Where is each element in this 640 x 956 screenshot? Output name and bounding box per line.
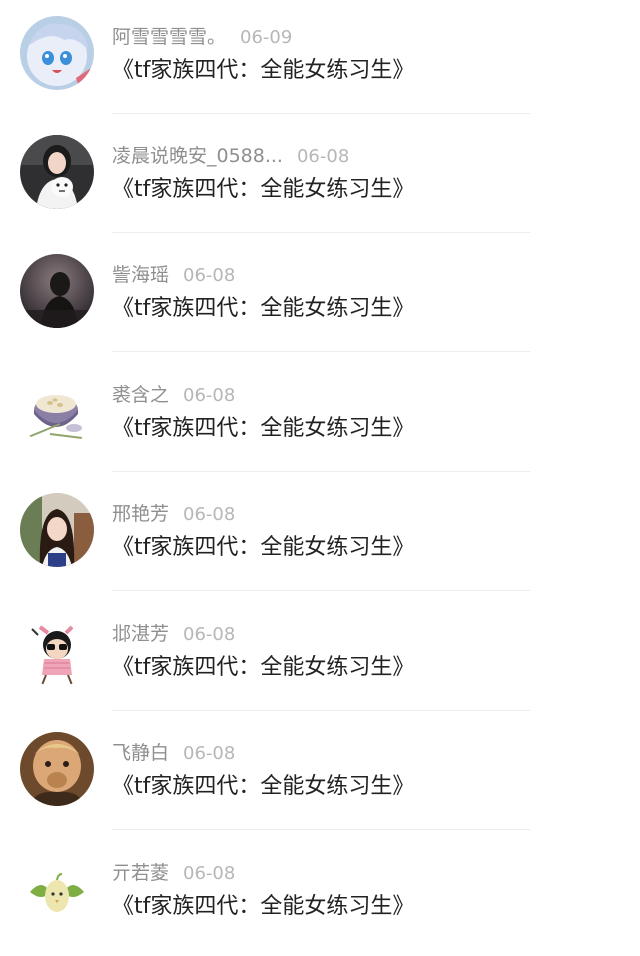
divider bbox=[112, 232, 530, 233]
username[interactable]: 裘含之 bbox=[112, 384, 169, 406]
dark-silhouette-avatar-icon[interactable] bbox=[20, 254, 94, 328]
comment-date: 06-08 bbox=[296, 146, 350, 167]
username[interactable]: 亓若菱 bbox=[112, 862, 169, 884]
username[interactable]: 阿雪雪雪雪。 bbox=[112, 26, 226, 48]
comment-meta: 阿雪雪雪雪。 06-09 bbox=[112, 24, 292, 50]
comment-date: 06-08 bbox=[183, 385, 236, 406]
divider bbox=[112, 113, 530, 114]
comment-text: 《tf家族四代：全能女练习生》 bbox=[112, 894, 415, 919]
comment-item[interactable]: 阿雪雪雪雪。 06-09 《tf家族四代：全能女练习生》 bbox=[0, 0, 640, 120]
username[interactable]: 邢艳芳 bbox=[112, 503, 169, 525]
comment-date: 06-08 bbox=[183, 863, 236, 884]
comment-meta: 裘含之 06-08 bbox=[112, 382, 235, 408]
comment-item[interactable]: 亓若菱 06-08 《tf家族四代：全能女练习生》 bbox=[0, 836, 640, 956]
username[interactable]: 凌晨说晚安_0588... bbox=[112, 145, 283, 167]
comment-meta: 邢艳芳 06-08 bbox=[112, 501, 235, 527]
divider bbox=[112, 471, 530, 472]
long-hair-girl-avatar-icon[interactable] bbox=[20, 493, 94, 567]
comment-meta: 訾海瑶 06-08 bbox=[112, 262, 235, 288]
comment-item[interactable]: 邢艳芳 06-08 《tf家族四代：全能女练习生》 bbox=[0, 477, 640, 597]
divider bbox=[112, 710, 530, 711]
divider bbox=[112, 829, 530, 830]
anime-girl-avatar-icon[interactable] bbox=[20, 16, 94, 90]
cartoon-girl-sunglasses-avatar-icon[interactable] bbox=[20, 613, 94, 687]
comment-text: 《tf家族四代：全能女练习生》 bbox=[112, 535, 415, 560]
comment-date: 06-08 bbox=[183, 504, 236, 525]
comment-meta: 亓若菱 06-08 bbox=[112, 860, 235, 886]
comment-meta: 飞静白 06-08 bbox=[112, 740, 235, 766]
comment-text: 《tf家族四代：全能女练习生》 bbox=[112, 655, 415, 680]
comment-text: 《tf家族四代：全能女练习生》 bbox=[112, 774, 415, 799]
comment-item[interactable]: 飞静白 06-08 《tf家族四代：全能女练习生》 bbox=[0, 716, 640, 836]
divider bbox=[112, 590, 530, 591]
comment-date: 06-08 bbox=[183, 743, 236, 764]
comment-date: 06-08 bbox=[183, 265, 236, 286]
comment-item[interactable]: 凌晨说晚安_0588... 06-08 《tf家族四代：全能女练习生》 bbox=[0, 119, 640, 239]
comment-item[interactable]: 訾海瑶 06-08 《tf家族四代：全能女练习生》 bbox=[0, 238, 640, 358]
girl-with-plush-avatar-icon[interactable] bbox=[20, 135, 94, 209]
child-face-avatar-icon[interactable] bbox=[20, 732, 94, 806]
soup-bowl-avatar-icon[interactable] bbox=[20, 374, 94, 448]
comment-text: 《tf家族四代：全能女练习生》 bbox=[112, 416, 415, 441]
comment-list: 阿雪雪雪雪。 06-09 《tf家族四代：全能女练习生》 凌晨说晚安_0588..… bbox=[0, 0, 640, 951]
green-bird-avatar-icon[interactable] bbox=[20, 852, 94, 926]
comment-text: 《tf家族四代：全能女练习生》 bbox=[112, 296, 415, 321]
comment-date: 06-08 bbox=[183, 624, 236, 645]
username[interactable]: 邶湛芳 bbox=[112, 623, 169, 645]
divider bbox=[112, 351, 530, 352]
comment-meta: 邶湛芳 06-08 bbox=[112, 621, 235, 647]
comment-item[interactable]: 邶湛芳 06-08 《tf家族四代：全能女练习生》 bbox=[0, 597, 640, 717]
username[interactable]: 飞静白 bbox=[112, 742, 169, 764]
comment-date: 06-09 bbox=[240, 27, 293, 48]
comment-text: 《tf家族四代：全能女练习生》 bbox=[112, 177, 415, 202]
comment-text: 《tf家族四代：全能女练习生》 bbox=[112, 58, 415, 83]
username[interactable]: 訾海瑶 bbox=[112, 264, 169, 286]
comment-item[interactable]: 裘含之 06-08 《tf家族四代：全能女练习生》 bbox=[0, 358, 640, 478]
comment-meta: 凌晨说晚安_0588... 06-08 bbox=[112, 143, 349, 169]
